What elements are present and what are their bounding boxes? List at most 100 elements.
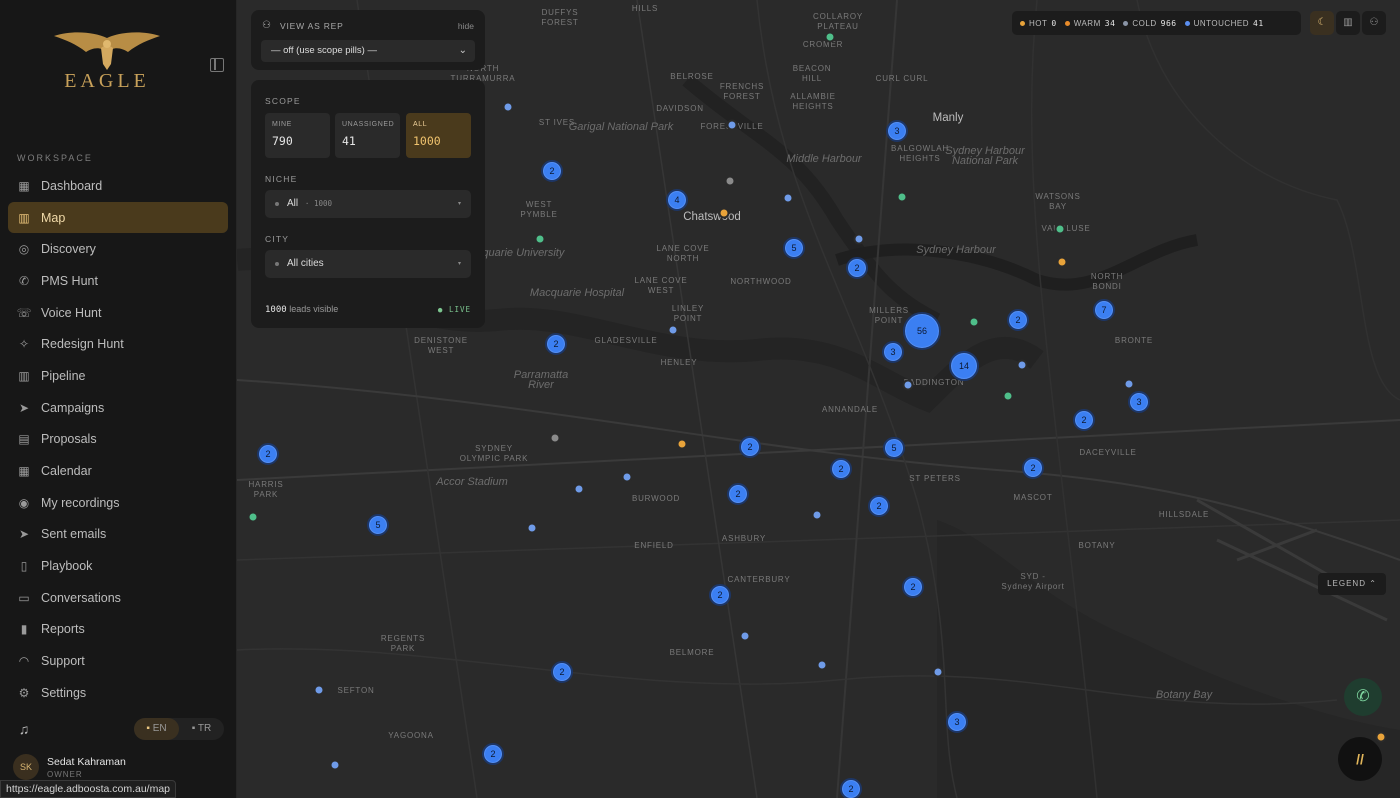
leads-visible-count: 1000 leads visible: [265, 304, 338, 315]
moon-icon[interactable]: ☾: [1310, 11, 1334, 35]
map-cluster-marker[interactable]: 2: [1022, 457, 1044, 479]
sidebar-item-redesign-hunt[interactable]: ✧ Redesign Hunt: [8, 328, 228, 360]
map-lead-marker[interactable]: [811, 509, 823, 521]
map-lead-marker[interactable]: [313, 684, 325, 696]
map-lead-marker[interactable]: [968, 316, 980, 328]
map-cluster-marker[interactable]: 2: [709, 584, 731, 606]
scope-mine-pill[interactable]: MINE 790: [265, 113, 330, 158]
users-off-icon[interactable]: ⚇: [1362, 11, 1386, 35]
sidebar-item-sent-emails[interactable]: ➤ Sent emails: [8, 519, 228, 551]
map-place-label: BRONTE: [1114, 336, 1154, 345]
map-lead-marker[interactable]: [816, 659, 828, 671]
eagle-logo[interactable]: EAGLE: [52, 30, 162, 100]
city-select[interactable]: All cities ▾: [265, 250, 471, 278]
map-cluster-marker[interactable]: 5: [883, 437, 905, 459]
map-cluster-marker[interactable]: 2: [840, 778, 862, 798]
stat-warm[interactable]: WARM 34: [1064, 19, 1116, 28]
scope-unassigned-pill[interactable]: UNASSIGNED 41: [335, 113, 400, 158]
bell-icon[interactable]: ♫: [15, 720, 33, 738]
sidebar-item-pms-hunt[interactable]: ✆ PMS Hunt: [8, 265, 228, 297]
map-cluster-marker[interactable]: 3: [882, 341, 904, 363]
map-lead-marker[interactable]: [902, 379, 914, 391]
map-lead-marker[interactable]: [573, 483, 585, 495]
map-lead-marker[interactable]: [1056, 256, 1068, 268]
map-cluster-marker[interactable]: 2: [257, 443, 279, 465]
map-lead-marker[interactable]: [1123, 378, 1135, 390]
map-lead-marker[interactable]: [932, 666, 944, 678]
map-lead-marker[interactable]: [1054, 223, 1066, 235]
niche-select[interactable]: All · 1000 ▾: [265, 190, 471, 218]
map-cluster-marker[interactable]: 2: [482, 743, 504, 765]
map-cluster-marker[interactable]: 2: [1007, 309, 1029, 331]
map-cluster-marker[interactable]: 3: [886, 120, 908, 142]
sidebar-item-dashboard[interactable]: ▦ Dashboard: [8, 170, 228, 202]
map-lead-marker[interactable]: [718, 207, 730, 219]
sidebar-item-reports[interactable]: ▮ Reports: [8, 614, 228, 646]
map-cluster-marker[interactable]: 5: [783, 237, 805, 259]
sidebar-item-voice-hunt[interactable]: ☏ Voice Hunt: [8, 297, 228, 329]
map-cluster-marker[interactable]: 2: [1073, 409, 1095, 431]
map-lead-marker[interactable]: [549, 432, 561, 444]
map-lead-marker[interactable]: [526, 522, 538, 534]
sidebar-item-pipeline[interactable]: ▥ Pipeline: [8, 360, 228, 392]
stat-untouched[interactable]: UNTOUCHED 41: [1184, 19, 1264, 28]
map-lead-marker[interactable]: [329, 759, 341, 771]
map-cluster-marker[interactable]: 2: [545, 333, 567, 355]
map-lead-marker[interactable]: [621, 471, 633, 483]
map-lead-marker[interactable]: [247, 511, 259, 523]
lang-en-button[interactable]: ▪ EN: [134, 718, 179, 740]
map-cluster-marker[interactable]: 2: [541, 160, 563, 182]
map-cluster-marker[interactable]: 5: [367, 514, 389, 536]
map-cluster-marker[interactable]: 56: [903, 312, 941, 350]
stat-cold[interactable]: COLD 966: [1123, 19, 1176, 28]
sidebar-item-my-recordings[interactable]: ◉ My recordings: [8, 487, 228, 519]
sidebar-item-label: Campaigns: [41, 400, 105, 415]
sidebar-item-settings[interactable]: ⚙ Settings: [8, 677, 228, 709]
sidebar-item-calendar[interactable]: ▦ Calendar: [8, 455, 228, 487]
map-cluster-marker[interactable]: 4: [666, 189, 688, 211]
sidebar-item-proposals[interactable]: ▤ Proposals: [8, 424, 228, 456]
sidebar-item-campaigns[interactable]: ➤ Campaigns: [8, 392, 228, 424]
map-cluster-marker[interactable]: 2: [551, 661, 573, 683]
sidebar-item-map[interactable]: ▥ Map: [8, 201, 228, 234]
legend-toggle-button[interactable]: LEGEND ⌃: [1318, 573, 1386, 595]
sidebar-item-discovery[interactable]: ◎ Discovery: [8, 233, 228, 265]
map-cluster-marker[interactable]: 3: [946, 711, 968, 733]
map-cluster-marker[interactable]: 2: [868, 495, 890, 517]
map-cluster-marker[interactable]: 2: [846, 257, 868, 279]
sidebar-item-playbook[interactable]: ▯ Playbook: [8, 550, 228, 582]
map-lead-marker[interactable]: [1002, 390, 1014, 402]
collapse-sidebar-icon[interactable]: [210, 58, 224, 72]
map-lead-marker[interactable]: [502, 101, 514, 113]
sidebar-item-conversations[interactable]: ▭ Conversations: [8, 582, 228, 614]
map-place-label: YAGOONA: [388, 731, 434, 740]
scope-all-pill[interactable]: ALL 1000: [406, 113, 471, 158]
map-lead-marker[interactable]: [676, 438, 688, 450]
quick-action-button[interactable]: //: [1338, 737, 1382, 781]
map-lead-marker[interactable]: [1016, 359, 1028, 371]
rep-select[interactable]: — off (use scope pills) — ⌄: [261, 40, 475, 62]
hide-panel-link[interactable]: hide: [458, 21, 474, 31]
map-lead-marker[interactable]: [667, 324, 679, 336]
map-cluster-marker[interactable]: 2: [739, 436, 761, 458]
map-lead-marker[interactable]: [1375, 731, 1387, 743]
map-lead-marker[interactable]: [724, 175, 736, 187]
sidebar-item-support[interactable]: ◠ Support: [8, 645, 228, 677]
map-cluster-marker[interactable]: 2: [902, 576, 924, 598]
map-lead-marker[interactable]: [534, 233, 546, 245]
stat-hot[interactable]: HOT 0: [1020, 19, 1057, 28]
map-layers-icon[interactable]: ▥: [1336, 11, 1360, 35]
map-lead-marker[interactable]: [824, 31, 836, 43]
map-cluster-marker[interactable]: 2: [727, 483, 749, 505]
map-cluster-marker[interactable]: 7: [1093, 299, 1115, 321]
map-lead-marker[interactable]: [739, 630, 751, 642]
phone-icon[interactable]: ✆: [1344, 678, 1382, 716]
lang-tr-button[interactable]: ▪ TR: [179, 718, 224, 740]
map-lead-marker[interactable]: [782, 192, 794, 204]
map-lead-marker[interactable]: [896, 191, 908, 203]
map-lead-marker[interactable]: [853, 233, 865, 245]
map-cluster-marker[interactable]: 3: [1128, 391, 1150, 413]
map-cluster-marker[interactable]: 14: [949, 351, 979, 381]
map-cluster-marker[interactable]: 2: [830, 458, 852, 480]
map-lead-marker[interactable]: [726, 119, 738, 131]
